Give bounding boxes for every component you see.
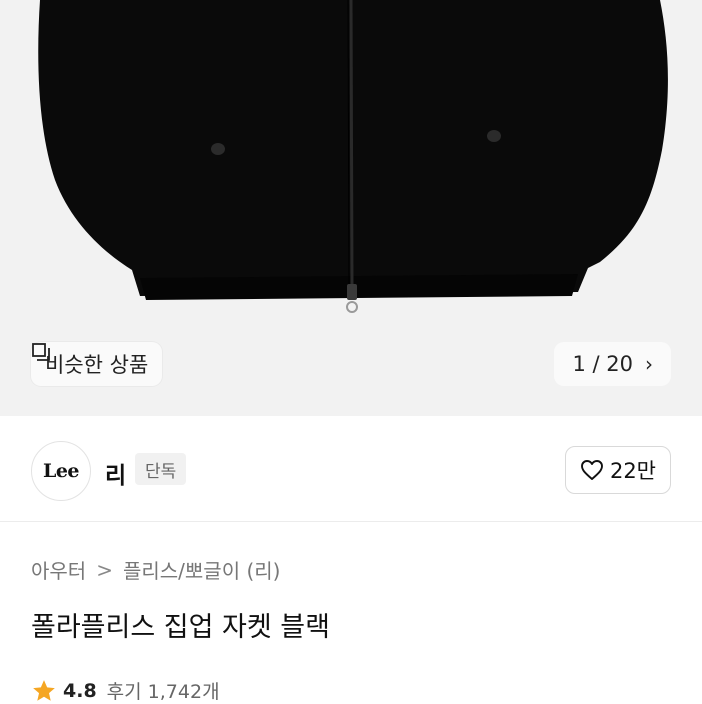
product-title: 폴라플리스 집업 자켓 블랙 bbox=[31, 612, 330, 643]
image-counter-button[interactable]: 1 / 20 › bbox=[554, 342, 671, 386]
brand-name[interactable]: 리 bbox=[105, 456, 126, 490]
rating-score: 4.8 bbox=[63, 679, 97, 702]
brand-row: Lee 리 단독 22만 bbox=[0, 416, 702, 521]
breadcrumb-item-fleece[interactable]: 플리스/뽀글이 (리) bbox=[123, 555, 281, 584]
review-count[interactable]: 후기 1,742개 bbox=[107, 677, 220, 704]
breadcrumb-separator: > bbox=[96, 557, 113, 582]
like-button[interactable]: 22만 bbox=[564, 446, 671, 494]
section-divider bbox=[0, 521, 702, 522]
breadcrumb-item-outer[interactable]: 아우터 bbox=[31, 555, 86, 584]
chevron-right-icon: › bbox=[645, 352, 653, 376]
similar-products-button[interactable]: 비슷한 상품 bbox=[31, 342, 163, 386]
image-counter-text: 1 / 20 bbox=[572, 352, 633, 376]
rating-summary[interactable]: 4.8 후기 1,742개 bbox=[31, 677, 220, 704]
breadcrumb: 아우터 > 플리스/뽀글이 (리) bbox=[31, 555, 280, 584]
product-image-gallery[interactable]: 비슷한 상품 1 / 20 › bbox=[0, 0, 702, 416]
brand-logo-text: Lee bbox=[42, 460, 80, 482]
similar-products-label: 비슷한 상품 bbox=[45, 353, 149, 377]
heart-icon bbox=[581, 460, 603, 480]
like-count: 22만 bbox=[609, 459, 656, 483]
exclusive-badge: 단독 bbox=[135, 453, 187, 485]
brand-logo[interactable]: Lee bbox=[31, 441, 91, 501]
star-icon bbox=[33, 679, 55, 701]
copy-icon bbox=[32, 343, 50, 361]
